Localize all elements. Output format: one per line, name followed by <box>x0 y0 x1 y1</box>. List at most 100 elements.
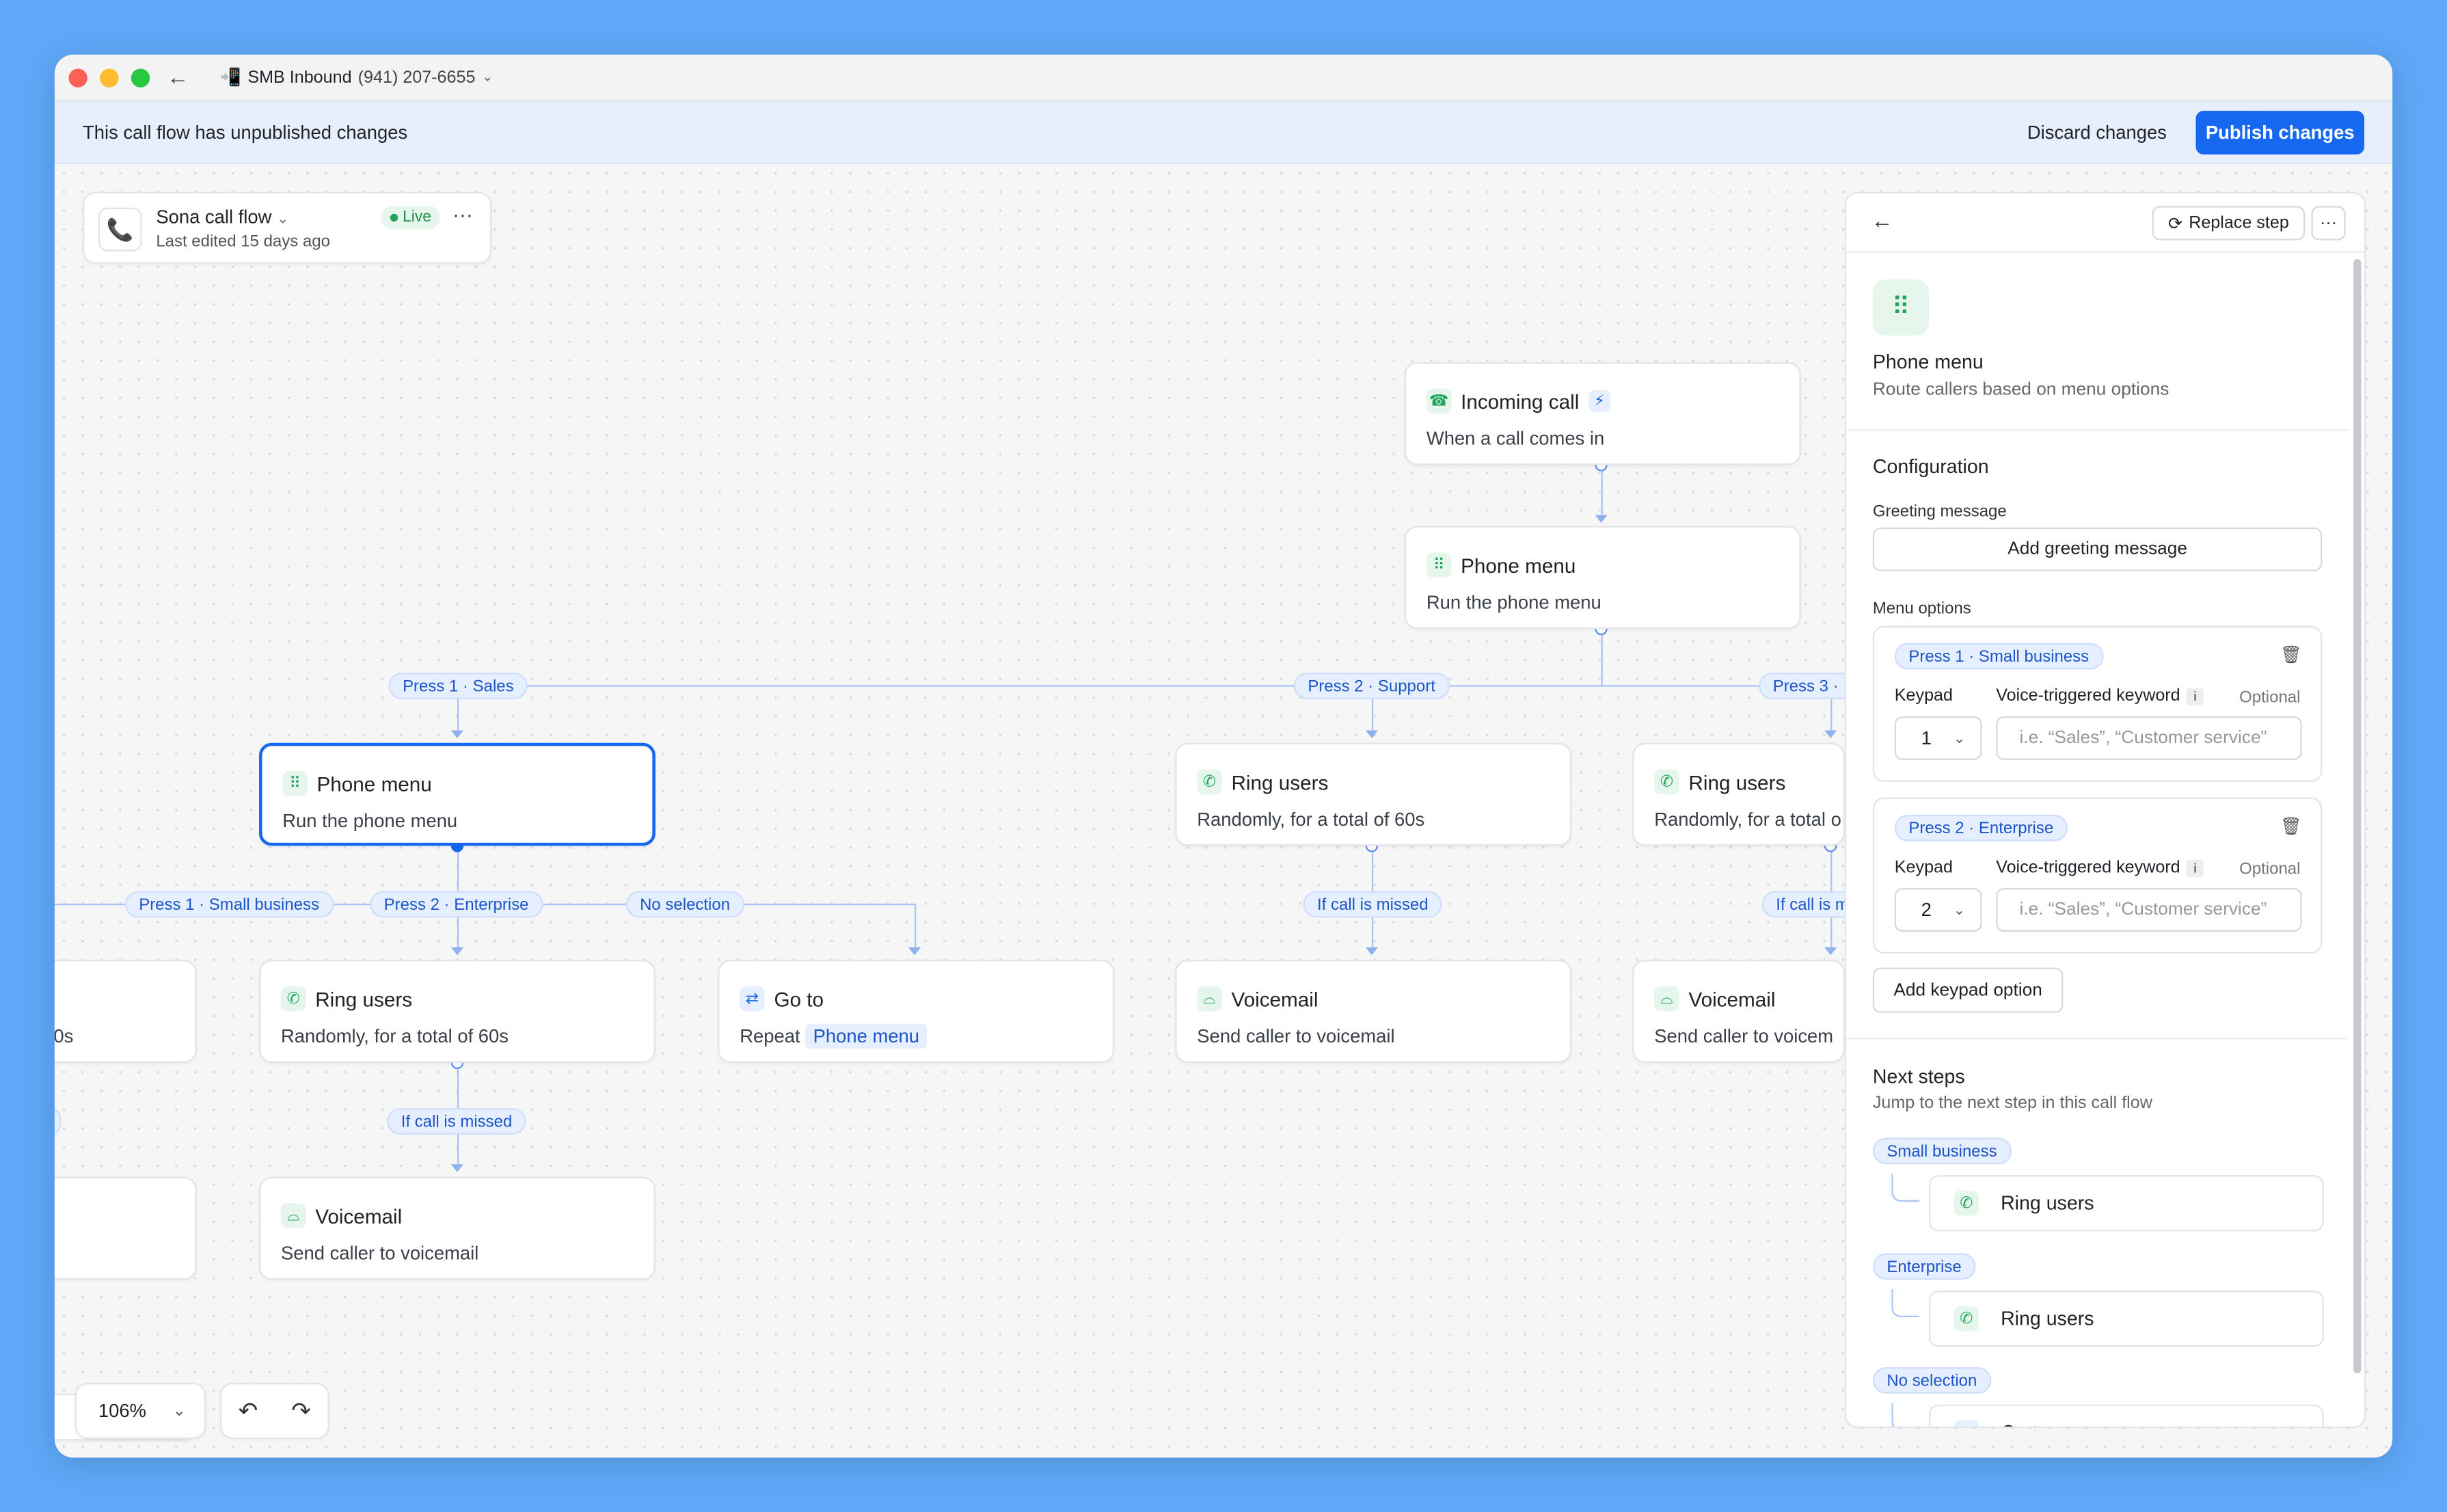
history-controls: ↶ ↷ <box>219 1382 329 1440</box>
phone-ring-icon: ✆ <box>1953 1306 1979 1332</box>
replace-step-button[interactable]: ⟳ Replace step <box>2152 206 2306 241</box>
keyword-label: Voice-triggered keyword i <box>1996 687 2204 705</box>
option-tag: Press 1 · Small business <box>1894 643 2103 670</box>
edge-label-no-selection[interactable]: No selection <box>625 891 744 918</box>
node-subtitle: Send caller to voicem <box>1654 1025 1834 1048</box>
node-incoming-call[interactable]: ☎ Incoming call ⚡ When a call comes in <box>1404 362 1801 465</box>
next-steps-heading: Next steps <box>1872 1066 1965 1088</box>
chevron-down-icon: ⌄ <box>277 211 289 227</box>
next-step-card[interactable]: ⇄Go to <box>1929 1404 2324 1427</box>
discard-changes-button[interactable]: Discard changes <box>2027 122 2167 144</box>
chevron-down-icon: ⌄ <box>481 68 494 85</box>
undo-icon[interactable]: ↶ <box>239 1396 258 1425</box>
node-ring-users-support[interactable]: ✆ Ring users Randomly, for a total of 60s <box>1175 742 1572 846</box>
node-subtitle: Run the phone menu <box>282 809 458 832</box>
flow-last-edited: Last edited 15 days ago <box>156 232 330 252</box>
phone-ring-icon: ✆ <box>1953 1191 1979 1216</box>
next-step-tag: No selection <box>1872 1367 1991 1394</box>
keyword-input[interactable]: i.e. “Sales”, “Customer service” <box>1996 888 2302 932</box>
optional-label: Optional <box>2239 688 2301 707</box>
info-icon[interactable]: i <box>2186 859 2204 877</box>
publish-changes-button[interactable]: Publish changes <box>2195 111 2365 155</box>
goto-target-chip[interactable]: Phone menu <box>805 1023 928 1049</box>
node-subtitle: Run the phone menu <box>1426 591 1601 614</box>
banner-message: This call flow has unpublished changes <box>83 122 408 144</box>
back-arrow-icon[interactable]: ← <box>167 64 189 90</box>
node-subtitle: Randomly, for a total of 60s <box>280 1025 509 1048</box>
add-greeting-button[interactable]: Add greeting message <box>1872 527 2323 571</box>
configuration-heading: Configuration <box>1872 455 1989 478</box>
voicemail-icon: ⌓ <box>1197 986 1222 1012</box>
next-step-card[interactable]: ✆ Ring users <box>1929 1175 2324 1232</box>
keypad-select[interactable]: 1 ⌄ <box>1894 716 1982 760</box>
more-options-icon[interactable]: ··· <box>452 203 473 226</box>
node-subtitle: 0s <box>54 1025 74 1048</box>
panel-scrollbar[interactable] <box>2353 259 2362 1374</box>
optional-label: Optional <box>2239 860 2301 879</box>
node-voicemail-third[interactable]: ⌓ Voicemail Send caller to voicem <box>1632 960 1845 1063</box>
node-title: Phone menu <box>1461 553 1576 577</box>
edge-label-missed-enterprise[interactable]: If call is missed <box>387 1108 526 1135</box>
menu-option-2: Press 2 · Enterprise 🗑 Keypad Voice-trig… <box>1872 797 2323 954</box>
node-partial-left[interactable]: 0s <box>54 960 197 1063</box>
edge-label-press3[interactable]: Press 3 · <box>1759 673 1853 699</box>
go-to-icon: ⇄ <box>1953 1420 1979 1427</box>
node-subtitle: When a call comes in <box>1426 427 1605 450</box>
next-step-card[interactable]: ✆ Ring users <box>1929 1291 2324 1347</box>
close-window-button[interactable] <box>68 68 87 87</box>
step-settings-panel: ← ⟳ Replace step ··· ⠿ Phone menu Route c… <box>1844 191 2366 1429</box>
node-phone-menu-main[interactable]: ⠿ Phone menu Run the phone menu <box>1404 526 1801 630</box>
node-subtitle: Send caller to voicemail <box>1197 1025 1395 1048</box>
edge-label-press2-support[interactable]: Press 2 · Support <box>1293 673 1450 699</box>
node-subtitle: Repeat Phone menu <box>740 1023 928 1049</box>
edge-label-press1-sales[interactable]: Press 1 · Sales <box>388 673 528 699</box>
next-step-tag: Small business <box>1872 1137 2012 1165</box>
redo-icon[interactable]: ↷ <box>291 1396 311 1425</box>
phone-ring-icon: ✆ <box>1197 769 1222 795</box>
keypad-select[interactable]: 2 ⌄ <box>1894 888 1982 932</box>
node-title: Go to <box>774 987 824 1011</box>
call-flow-card[interactable]: 📞 Sona call flow ⌄ Last edited 15 days a… <box>83 191 492 264</box>
more-options-button[interactable]: ··· <box>2311 206 2346 241</box>
menu-option-1: Press 1 · Small business 🗑 Keypad Voice-… <box>1872 625 2323 782</box>
edge-label-press1-small-business[interactable]: Press 1 · Small business <box>124 891 334 918</box>
go-to-icon: ⇄ <box>740 986 765 1012</box>
panel-subtitle: Route callers based on menu options <box>1872 381 2169 400</box>
edge-label-partial[interactable] <box>54 1108 62 1135</box>
node-subtitle: Randomly, for a total of 60s <box>1197 808 1425 831</box>
keyword-input[interactable]: i.e. “Sales”, “Customer service” <box>1996 716 2302 760</box>
keypad-label: Keypad <box>1894 858 1953 878</box>
trash-icon[interactable]: 🗑 <box>2280 645 2302 664</box>
node-ring-users-third[interactable]: ✆ Ring users Randomly, for a total o <box>1632 742 1845 846</box>
zoom-control[interactable]: 106% ⌄ <box>75 1382 206 1440</box>
node-voicemail-support[interactable]: ⌓ Voicemail Send caller to voicemail <box>1175 960 1572 1063</box>
trash-icon[interactable]: 🗑 <box>2280 816 2302 836</box>
node-partial-left-2[interactable] <box>54 1176 197 1280</box>
next-step-tag: Enterprise <box>1872 1253 1976 1280</box>
chevron-down-icon: ⌄ <box>1953 729 1966 746</box>
node-ring-users-enterprise[interactable]: ✆ Ring users Randomly, for a total of 60s <box>259 960 655 1063</box>
node-go-to[interactable]: ⇄ Go to Repeat Phone menu <box>718 960 1115 1063</box>
node-subtitle: Randomly, for a total o <box>1654 808 1841 831</box>
panel-title: Phone menu <box>1872 351 1984 373</box>
edge-label-missed-third[interactable]: If call is m <box>1761 891 1845 918</box>
node-title: Incoming call <box>1461 389 1580 413</box>
call-flow-selector[interactable]: 📲 SMB Inbound (941) 207-6655 ⌄ <box>220 67 494 87</box>
menu-options-label: Menu options <box>1872 599 1971 619</box>
flow-name[interactable]: Sona call flow ⌄ <box>156 206 288 228</box>
keypad-icon: ⠿ <box>1872 279 1930 336</box>
node-phone-menu-selected[interactable]: ⠿ Phone menu Run the phone menu <box>259 742 655 846</box>
minimize-window-button[interactable] <box>100 68 119 87</box>
add-keypad-option-button[interactable]: Add keypad option <box>1872 967 2064 1013</box>
phone-icon: 📞 <box>98 207 142 252</box>
edge-label-missed-support[interactable]: If call is missed <box>1303 891 1443 918</box>
greeting-label: Greeting message <box>1872 502 2007 522</box>
edge-label-press2-enterprise[interactable]: Press 2 · Enterprise <box>370 891 543 918</box>
keypad-label: Keypad <box>1894 686 1953 706</box>
node-voicemail-enterprise[interactable]: ⌓ Voicemail Send caller to voicemail <box>259 1176 655 1280</box>
info-icon[interactable]: i <box>2186 687 2204 705</box>
window-title: SMB Inbound <box>247 68 352 87</box>
back-arrow-icon[interactable]: ← <box>1871 208 1893 233</box>
node-title: Voicemail <box>315 1204 403 1228</box>
zoom-window-button[interactable] <box>131 68 150 87</box>
